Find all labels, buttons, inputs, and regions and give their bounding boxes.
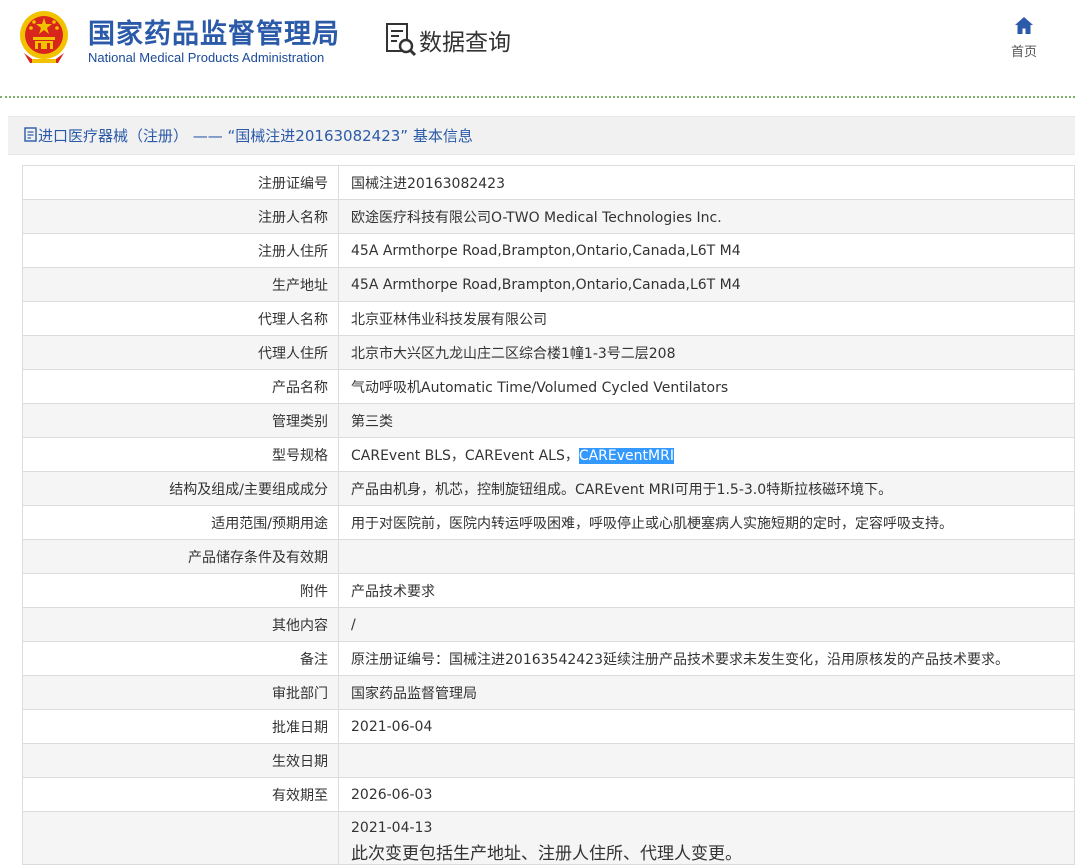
table-row: 有效期至 2026-06-03	[22, 777, 1075, 812]
table-row: 批准日期 2021-06-04	[22, 709, 1075, 744]
row-value: 原注册证编号：国械注进20163542423延续注册产品技术要求未发生变化，沿用…	[338, 641, 1075, 676]
table-row: 备注 原注册证编号：国械注进20163542423延续注册产品技术要求未发生变化，…	[22, 641, 1075, 676]
table-row: 产品名称 气动呼吸机Automatic Time/Volumed Cycled V…	[22, 369, 1075, 404]
row-label: 型号规格	[22, 437, 339, 472]
document-search-icon	[386, 23, 417, 57]
data-query-label: 数据查询	[419, 30, 511, 56]
row-label: 附件	[22, 573, 339, 608]
row-label: 注册人名称	[22, 199, 339, 234]
row-value: 第三类	[338, 403, 1075, 438]
table-row: 型号规格 CAREvent BLS，CAREvent ALS，CAREventMR…	[22, 437, 1075, 472]
row-value	[338, 539, 1075, 574]
row-value[interactable]: CAREvent BLS，CAREvent ALS，CAREventMRI	[338, 437, 1075, 472]
home-icon[interactable]	[1014, 16, 1034, 36]
row-value: 产品由机身，机芯，控制旋钮组成。CAREvent MRI可用于1.5-3.0特斯…	[338, 471, 1075, 506]
row-value: 国械注进20163082423	[338, 165, 1075, 200]
org-name-cn: 国家药品监督管理局	[88, 19, 340, 50]
model-spec-text[interactable]: CAREvent BLS，CAREvent ALS，	[351, 448, 579, 464]
row-label: 有效期至	[22, 777, 339, 812]
row-label: 注册证编号	[22, 165, 339, 200]
row-value: 国家药品监督管理局	[338, 675, 1075, 710]
selected-text[interactable]: CAREventMRI	[578, 447, 674, 464]
row-label: 生产地址	[22, 267, 339, 302]
table-row: 生产地址 45A Armthorpe Road,Brampton,Ontario,…	[22, 267, 1075, 302]
change-history-cell: 2021-04-13 此次变更包括生产地址、注册人住所、代理人变更。	[338, 811, 1075, 865]
document-icon	[24, 127, 37, 142]
section-title: 进口医疗器械（注册） —— “国械注进20163082423” 基本信息	[38, 127, 473, 145]
table-row: 代理人名称 北京亚林伟业科技发展有限公司	[22, 301, 1075, 336]
table-row: 2021-04-13 此次变更包括生产地址、注册人住所、代理人变更。	[22, 811, 1075, 865]
national-emblem-icon	[20, 11, 68, 63]
table-row: 注册证编号 国械注进20163082423	[22, 165, 1075, 200]
home-link[interactable]: 首页	[1004, 16, 1044, 60]
row-label: 批准日期	[22, 709, 339, 744]
row-value: 欧途医疗科技有限公司O-TWO Medical Technologies Inc…	[338, 199, 1075, 234]
row-label: 生效日期	[22, 743, 339, 778]
table-row: 生效日期	[22, 743, 1075, 778]
row-label	[22, 811, 339, 865]
row-label: 代理人住所	[22, 335, 339, 370]
change-date: 2021-04-13	[351, 820, 433, 836]
row-label: 产品名称	[22, 369, 339, 404]
row-value: 北京亚林伟业科技发展有限公司	[338, 301, 1075, 336]
data-query-title: 数据查询	[385, 22, 511, 58]
row-value: /	[338, 607, 1075, 642]
row-value: 45A Armthorpe Road,Brampton,Ontario,Cana…	[338, 267, 1075, 302]
row-label: 产品储存条件及有效期	[22, 539, 339, 574]
table-row: 结构及组成/主要组成成分 产品由机身，机芯，控制旋钮组成。CAREvent MRI…	[22, 471, 1075, 506]
row-label: 管理类别	[22, 403, 339, 438]
table-row: 代理人住所 北京市大兴区九龙山庄二区综合楼1幢1-3号二层208	[22, 335, 1075, 370]
row-label: 代理人名称	[22, 301, 339, 336]
table-row: 产品储存条件及有效期	[22, 539, 1075, 574]
row-value	[338, 743, 1075, 778]
table-row: 附件 产品技术要求	[22, 573, 1075, 608]
row-label: 审批部门	[22, 675, 339, 710]
site-header: 国家药品监督管理局 National Medical Products Admi…	[0, 0, 1075, 96]
row-label: 适用范围/预期用途	[22, 505, 339, 540]
row-value: 45A Armthorpe Road,Brampton,Ontario,Cana…	[338, 233, 1075, 268]
row-value: 2021-06-04	[338, 709, 1075, 744]
row-value: 北京市大兴区九龙山庄二区综合楼1幢1-3号二层208	[338, 335, 1075, 370]
row-value: 产品技术要求	[338, 573, 1075, 608]
table-row: 注册人名称 欧途医疗科技有限公司O-TWO Medical Technologie…	[22, 199, 1075, 234]
row-label: 备注	[22, 641, 339, 676]
info-table: 注册证编号 国械注进20163082423 注册人名称 欧途医疗科技有限公司O-TW…	[22, 165, 1075, 865]
home-label[interactable]: 首页	[1004, 41, 1044, 60]
row-value: 2026-06-03	[338, 777, 1075, 812]
row-value: 气动呼吸机Automatic Time/Volumed Cycled Venti…	[338, 369, 1075, 404]
row-value: 用于对医院前，医院内转运呼吸困难，呼吸停止或心肌梗塞病人实施短期的定时，定容呼吸…	[338, 505, 1075, 540]
table-row: 适用范围/预期用途 用于对医院前，医院内转运呼吸困难，呼吸停止或心肌梗塞病人实施短…	[22, 505, 1075, 540]
row-label: 注册人住所	[22, 233, 339, 268]
row-label: 结构及组成/主要组成成分	[22, 471, 339, 506]
change-note: 此次变更包括生产地址、注册人住所、代理人变更。	[351, 844, 742, 864]
table-row: 其他内容 /	[22, 607, 1075, 642]
org-name-en: National Medical Products Administration	[88, 50, 325, 65]
header-divider	[0, 96, 1075, 98]
row-label: 其他内容	[22, 607, 339, 642]
table-row: 注册人住所 45A Armthorpe Road,Brampton,Ontario…	[22, 233, 1075, 268]
table-row: 审批部门 国家药品监督管理局	[22, 675, 1075, 710]
table-row: 管理类别 第三类	[22, 403, 1075, 438]
section-header: 进口医疗器械（注册） —— “国械注进20163082423” 基本信息	[8, 116, 1075, 155]
